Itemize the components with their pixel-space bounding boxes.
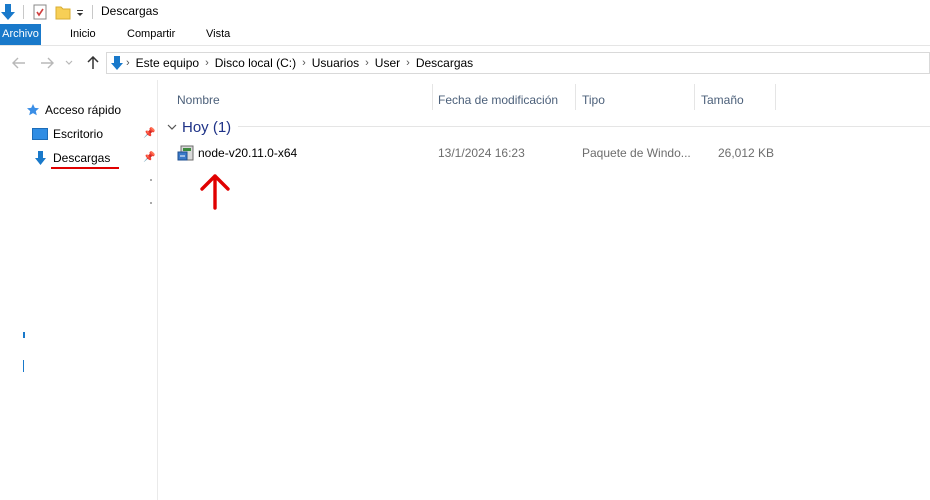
navigation-pane: Acceso rápido Escritorio 📌 Descargas 📌: [0, 80, 158, 500]
tab-inicio[interactable]: Inicio: [62, 24, 104, 45]
group-header-hoy[interactable]: Hoy (1): [167, 118, 231, 136]
breadcrumb-este-equipo[interactable]: Este equipo: [132, 56, 203, 70]
breadcrumb-separator[interactable]: ›: [203, 57, 211, 69]
qa-separator: [23, 5, 24, 19]
file-list: Nombre Fecha de modificación Tipo Tamaño…: [159, 80, 930, 500]
group-divider: [238, 126, 930, 127]
breadcrumb-separator[interactable]: ›: [363, 57, 371, 69]
nav-edge-marker: [23, 360, 24, 372]
properties-icon[interactable]: [32, 2, 48, 22]
breadcrumb-separator[interactable]: ›: [404, 57, 412, 69]
download-arrow-icon[interactable]: [0, 2, 16, 22]
file-name: node-v20.11.0-x64: [198, 146, 298, 160]
nav-quick-access[interactable]: Acceso rápido: [26, 100, 121, 120]
forward-arrow-icon: [41, 57, 54, 69]
column-header-tamano[interactable]: Tamaño: [695, 86, 775, 112]
customize-qa-dropdown-icon[interactable]: [75, 2, 85, 22]
title-bar: Descargas: [0, 0, 930, 24]
new-folder-icon[interactable]: [55, 2, 71, 22]
collapse-chevron-icon: [167, 124, 177, 130]
address-bar[interactable]: › Este equipo › Disco local (C:) › Usuar…: [106, 52, 930, 74]
window-title: Descargas: [101, 4, 159, 18]
forward-button[interactable]: [38, 53, 56, 73]
nav-item-label: Escritorio: [53, 127, 104, 141]
nav-edge-marker: [23, 332, 25, 338]
file-type: Paquete de Windo...: [582, 146, 691, 160]
download-icon: [35, 151, 46, 165]
group-label: Hoy (1): [182, 118, 232, 136]
ribbon: Archivo Inicio Compartir Vista: [0, 24, 930, 46]
nav-item-descargas[interactable]: Descargas: [34, 148, 110, 168]
downloads-location-icon: [107, 55, 124, 71]
file-size: 26,012 KB: [718, 146, 775, 160]
annotation-arrow-icon: [200, 174, 230, 210]
nav-quick-access-label: Acceso rápido: [45, 103, 122, 117]
nav-item-label: Descargas: [53, 151, 111, 165]
nav-item-escritorio[interactable]: Escritorio: [32, 124, 103, 144]
desktop-icon: [32, 127, 48, 140]
nav-scroll-marker: [150, 179, 152, 181]
column-header-tipo[interactable]: Tipo: [576, 86, 694, 112]
back-button[interactable]: [10, 53, 28, 73]
breadcrumb-descargas[interactable]: Descargas: [412, 56, 477, 70]
breadcrumb-separator[interactable]: ›: [124, 57, 132, 69]
column-header-fecha[interactable]: Fecha de modificación: [432, 86, 575, 112]
address-row: › Este equipo › Disco local (C:) › Usuar…: [0, 49, 930, 77]
recent-locations-button[interactable]: [62, 53, 76, 73]
up-arrow-icon: [87, 56, 99, 69]
file-row[interactable]: node-v20.11.0-x64 13/1/2024 16:23 Paquet…: [173, 141, 813, 165]
breadcrumb-usuarios[interactable]: Usuarios: [308, 56, 363, 70]
file-modified: 13/1/2024 16:23: [438, 146, 525, 160]
chevron-down-icon: [65, 60, 73, 65]
column-header-nombre[interactable]: Nombre: [171, 86, 431, 112]
tab-vista[interactable]: Vista: [198, 24, 238, 45]
column-divider[interactable]: [775, 84, 776, 110]
tab-compartir[interactable]: Compartir: [119, 24, 183, 45]
breadcrumb-separator[interactable]: ›: [300, 57, 308, 69]
nav-scroll-marker: [150, 202, 152, 204]
annotation-underline: [51, 167, 119, 169]
title-separator: [92, 5, 93, 19]
tab-archivo[interactable]: Archivo: [0, 24, 41, 45]
up-button[interactable]: [84, 53, 102, 73]
breadcrumb-user[interactable]: User: [371, 56, 404, 70]
installer-package-icon: [177, 144, 195, 165]
back-arrow-icon: [12, 57, 25, 69]
pin-icon[interactable]: 📌: [143, 152, 155, 163]
breadcrumb-disco-local[interactable]: Disco local (C:): [211, 56, 300, 70]
star-icon: [27, 104, 39, 116]
pin-icon[interactable]: 📌: [143, 128, 155, 139]
